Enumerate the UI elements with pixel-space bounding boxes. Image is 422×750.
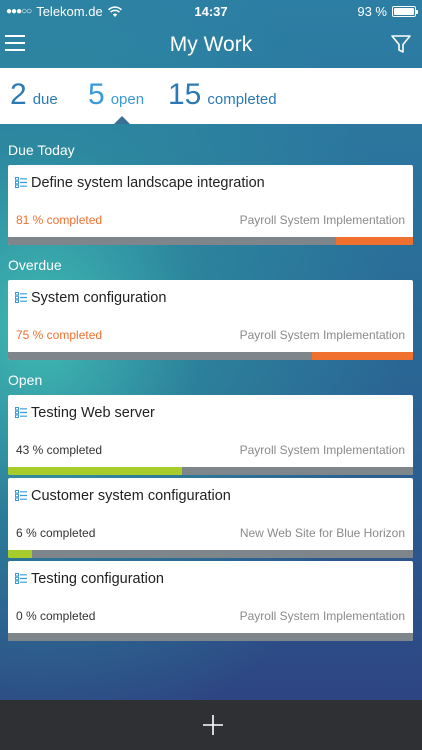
task-project: Payroll System Implementation (239, 213, 405, 227)
section-header-due-today: Due Today (8, 142, 75, 158)
completed-label: completed (207, 91, 277, 108)
task-list-icon (15, 490, 27, 501)
task-project: Payroll System Implementation (239, 443, 405, 457)
progress-fill (8, 467, 183, 475)
task-summary: 2 due 5 open 15 completed (0, 68, 422, 124)
battery-icon (392, 6, 418, 17)
task-project: Payroll System Implementation (239, 609, 405, 623)
task-project: New Web Site for Blue Horizon (239, 526, 405, 540)
task-list-icon (15, 177, 27, 188)
section-header-open: Open (8, 372, 43, 388)
task-card[interactable]: Testing configuration 0 % completed Payr… (8, 561, 413, 641)
status-bar: ●●●○○ Telekom.de 14:37 93 % (0, 0, 422, 22)
section-header-overdue: Overdue (8, 257, 62, 273)
progress-bar (8, 352, 413, 360)
task-card[interactable]: Customer system configuration 6 % comple… (8, 478, 413, 558)
plus-icon[interactable] (201, 713, 225, 737)
active-tab-pointer (114, 116, 130, 124)
open-label: open (110, 91, 145, 108)
progress-fill (336, 237, 413, 245)
task-title: Customer system configuration (31, 488, 231, 504)
bottom-toolbar (0, 700, 422, 750)
task-progress-text: 81 % completed (16, 213, 103, 227)
task-title: Define system landscape integration (31, 175, 265, 191)
progress-bar (8, 467, 413, 475)
progress-bar (8, 237, 413, 245)
task-card[interactable]: System configuration 75 % completed Payr… (8, 280, 413, 360)
task-card[interactable]: Testing Web server 43 % completed Payrol… (8, 395, 413, 475)
task-progress-text: 0 % completed (16, 609, 96, 623)
completed-count: 15 (168, 78, 202, 111)
progress-bar (8, 550, 413, 558)
page-title: My Work (169, 33, 253, 56)
battery-info: 93 % (357, 4, 418, 19)
task-project: Payroll System Implementation (239, 328, 405, 342)
due-count-tab[interactable]: 2 due (10, 78, 58, 112)
progress-bar (8, 633, 413, 641)
open-count: 5 (88, 78, 105, 111)
task-card[interactable]: Define system landscape integration 81 %… (8, 165, 413, 245)
completed-count-tab[interactable]: 15 completed (168, 78, 277, 112)
task-list-icon (15, 407, 27, 418)
due-count: 2 (10, 78, 27, 111)
task-title: System configuration (31, 290, 167, 306)
filter-funnel-icon[interactable] (390, 33, 412, 55)
task-list-icon (15, 292, 27, 303)
task-progress-text: 43 % completed (16, 443, 103, 457)
due-label: due (32, 91, 58, 108)
task-progress-text: 6 % completed (16, 526, 96, 540)
progress-fill (311, 352, 413, 360)
task-title: Testing configuration (31, 571, 164, 587)
task-title: Testing Web server (31, 405, 155, 421)
task-list-icon (15, 573, 27, 584)
task-progress-text: 75 % completed (16, 328, 103, 342)
open-count-tab[interactable]: 5 open (88, 78, 144, 112)
battery-percent: 93 % (357, 4, 387, 19)
navigation-bar: My Work (0, 22, 422, 68)
progress-fill (8, 550, 33, 558)
